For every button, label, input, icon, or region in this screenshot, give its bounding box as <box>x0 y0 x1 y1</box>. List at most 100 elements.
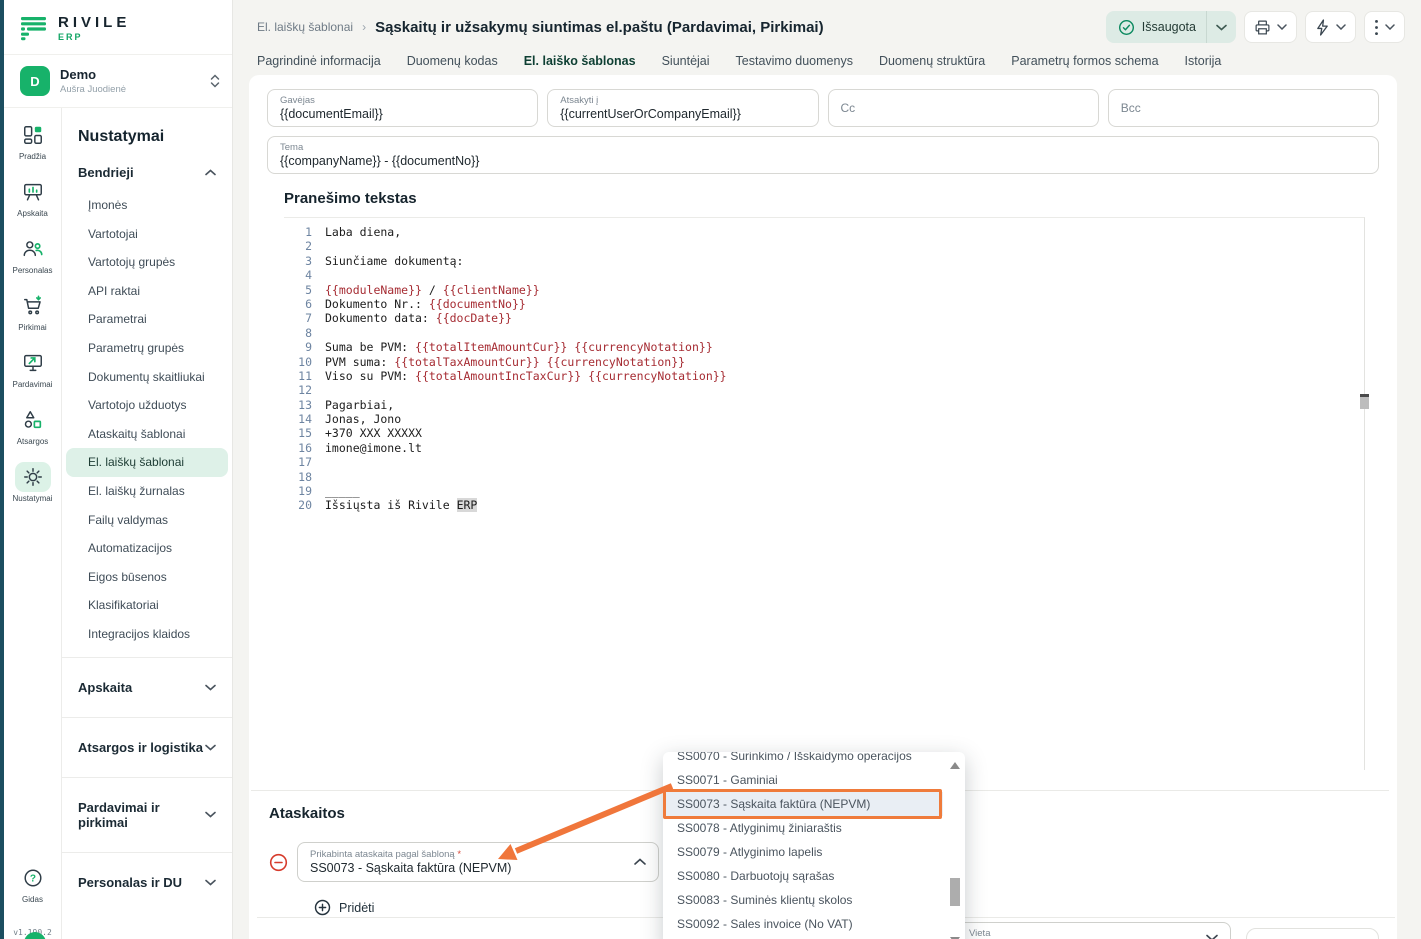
code-text: Pagarbiai, <box>312 398 394 412</box>
chevron-up-icon <box>205 169 216 176</box>
sidebar-item-vartotojai[interactable]: Vartotojai <box>66 220 228 249</box>
bcc-field[interactable]: Bcc <box>1108 89 1379 127</box>
vieta-label: Vieta <box>969 928 990 939</box>
rail-label: Apskaita <box>17 209 48 218</box>
cc-field[interactable]: Cc <box>828 89 1099 127</box>
org-selector[interactable]: D Demo Aušra Juodienė <box>4 55 232 108</box>
menu-group-apskaita[interactable]: Apskaita <box>62 666 232 709</box>
listbox-option-ss0092[interactable]: SS0092 - Sales invoice (No VAT) <box>663 912 943 936</box>
rail-label: Nustatymai <box>12 494 52 503</box>
code-text <box>312 455 325 469</box>
line-number: 4 <box>284 268 312 282</box>
chevron-down-icon <box>1206 934 1218 939</box>
settings-menu: Nustatymai Bendrieji ĮmonėsVartotojaiVar… <box>61 108 232 939</box>
sidebar-item-ataskaitų-šablonai[interactable]: Ataskaitų šablonai <box>66 420 228 449</box>
sidebar-item-dokumentų-skaitliukai[interactable]: Dokumentų skaitliukai <box>66 363 228 392</box>
subject-field[interactable]: Tema {{companyName}} - {{documentNo}} <box>267 136 1379 174</box>
check-circle-icon <box>1118 19 1135 36</box>
code-text: imone@imone.lt <box>312 441 422 455</box>
more-menu-button[interactable] <box>1364 11 1405 43</box>
menu-group-pardavimai-ir-pirkimai[interactable]: Pardavimai ir pirkimai <box>62 786 232 844</box>
rail-item-apskaita[interactable]: Apskaita <box>8 177 58 218</box>
sidebar-item-el-laiškų-šablonai[interactable]: El. laiškų šablonai <box>66 448 228 477</box>
select-value: SS0073 - Sąskaita faktūra (NEPVM) <box>310 861 634 875</box>
rail-item-personalas[interactable]: Personalas <box>8 234 58 275</box>
rail-item-gidas[interactable]: ? Gidas <box>8 863 58 904</box>
rail-label: Atsargos <box>17 437 49 446</box>
code-line: 19_____ <box>284 484 1364 498</box>
code-text: _____ <box>312 484 360 498</box>
rail-item-pirkimai[interactable]: Pirkimai <box>8 291 58 332</box>
gavėjas-field[interactable]: Gavėjas{{documentEmail}} <box>267 89 538 127</box>
breadcrumb-parent[interactable]: El. laiškų šablonai <box>257 20 353 34</box>
sidebar-item-vartotojų-grupės[interactable]: Vartotojų grupės <box>66 248 228 277</box>
sidebar-item-automatizacijos[interactable]: Automatizacijos <box>66 534 228 563</box>
sidebar-item-api-raktai[interactable]: API raktai <box>66 277 228 306</box>
org-name: Demo <box>60 67 126 82</box>
vieta-select[interactable]: Vieta <box>956 922 1231 939</box>
listbox-option-ss0078[interactable]: SS0078 - Atlyginimų žiniaraštis <box>663 816 943 840</box>
editor-scrollbar[interactable] <box>1360 394 1369 409</box>
listbox-option-ss0073[interactable]: SS0073 - Sąskaita faktūra (NEPVM) <box>663 792 943 816</box>
line-number: 16 <box>284 441 312 455</box>
listbox-option-ss0070[interactable]: SS0070 - Surinkimo / Išskaidymo operacij… <box>663 752 943 768</box>
sidebar-item-vartotojo-užduotys[interactable]: Vartotojo užduotys <box>66 391 228 420</box>
scroll-up-icon[interactable] <box>950 762 960 769</box>
sidebar-item-parametrai[interactable]: Parametrai <box>66 305 228 334</box>
report-template-listbox: SS0070 - Surinkimo / Išskaidymo operacij… <box>663 752 965 939</box>
sidebar-item-parametrų-grupės[interactable]: Parametrų grupės <box>66 334 228 363</box>
listbox-scrollbar[interactable] <box>948 760 962 939</box>
line-number: 19 <box>284 484 312 498</box>
chevron-down-icon[interactable] <box>1207 24 1236 31</box>
listbox-option-ss0083[interactable]: SS0083 - Suminės klientų skolos <box>663 888 943 912</box>
group-label: Apskaita <box>78 680 132 695</box>
brand-sub: ERP <box>58 32 130 42</box>
rail-item-pardavimai[interactable]: Pardavimai <box>8 348 58 389</box>
code-text <box>312 470 325 484</box>
monitor-icon <box>15 348 51 378</box>
report-template-select[interactable]: Prikabinta ataskaita pagal šabloną * SS0… <box>297 842 659 882</box>
print-button[interactable] <box>1244 11 1297 43</box>
icon-rail: Pradžia Apskaita Personalas Pirkimai Pardavi… <box>4 108 61 939</box>
sidebar-item-klasifikatoriai[interactable]: Klasifikatoriai <box>66 591 228 620</box>
rail-item-atsargos[interactable]: Atsargos <box>8 405 58 446</box>
save-split-button[interactable]: Išsaugota <box>1106 11 1236 43</box>
code-line: 18 <box>284 470 1364 484</box>
menu-group-atsargos-ir-logistika[interactable]: Atsargos ir logistika <box>62 726 232 769</box>
menu-group-bendrieji[interactable]: Bendrieji <box>62 154 232 191</box>
sidebar-item-įmonės[interactable]: Įmonės <box>66 191 228 220</box>
automation-button[interactable] <box>1305 11 1356 43</box>
code-line: 4 <box>284 268 1364 282</box>
code-line: 13Pagarbiai, <box>284 398 1364 412</box>
remove-report-icon[interactable] <box>269 853 288 872</box>
code-editor[interactable]: 1Laba diena,23Siunčiame dokumentą:45{{mo… <box>284 217 1365 770</box>
logo[interactable]: RIVILE ERP <box>4 0 232 55</box>
listbox-option-ss0071[interactable]: SS0071 - Gaminiai <box>663 768 943 792</box>
rail-item-nustatymai[interactable]: Nustatymai <box>8 462 58 503</box>
save-status-label: Išsaugota <box>1142 20 1196 34</box>
line-number: 9 <box>284 340 312 354</box>
atsakyti-į-field[interactable]: Atsakyti į{{currentUserOrCompanyEmail}} <box>547 89 818 127</box>
code-text: Suma be PVM: {{totalItemAmountCur}} {{cu… <box>312 340 713 354</box>
sidebar-item-eigos-būsenos[interactable]: Eigos būsenos <box>66 563 228 592</box>
gear-icon <box>15 462 51 492</box>
divider <box>62 717 232 718</box>
sidebar-item-integracijos-klaidos[interactable]: Integracijos klaidos <box>66 620 228 649</box>
scroll-thumb[interactable] <box>950 878 960 906</box>
listbox-option-ss0079[interactable]: SS0079 - Atlyginimo lapelis <box>663 840 943 864</box>
rail-item-pradžia[interactable]: Pradžia <box>8 120 58 161</box>
menu-group-personalas-ir-du[interactable]: Personalas ir DU <box>62 861 232 904</box>
sidebar: RIVILE ERP D Demo Aušra Juodienė Pradžia… <box>4 0 233 939</box>
sidebar-item-failų-valdymas[interactable]: Failų valdymas <box>66 506 228 535</box>
shapes-icon <box>15 405 51 435</box>
rail-label: Gidas <box>22 895 43 904</box>
line-number: 11 <box>284 369 312 383</box>
line-number: 13 <box>284 398 312 412</box>
code-line: 3Siunčiame dokumentą: <box>284 254 1364 268</box>
reset-to-system-button[interactable]: Atstatyti į sisteminį <box>1246 928 1379 939</box>
sidebar-item-el-laiškų-žurnalas[interactable]: El. laiškų žurnalas <box>66 477 228 506</box>
chevron-down-icon <box>1385 24 1395 30</box>
listbox-option-ss0080[interactable]: SS0080 - Darbuotojų sąrašas <box>663 864 943 888</box>
group-label: Atsargos ir logistika <box>78 740 203 755</box>
rail-label: Personalas <box>12 266 52 275</box>
